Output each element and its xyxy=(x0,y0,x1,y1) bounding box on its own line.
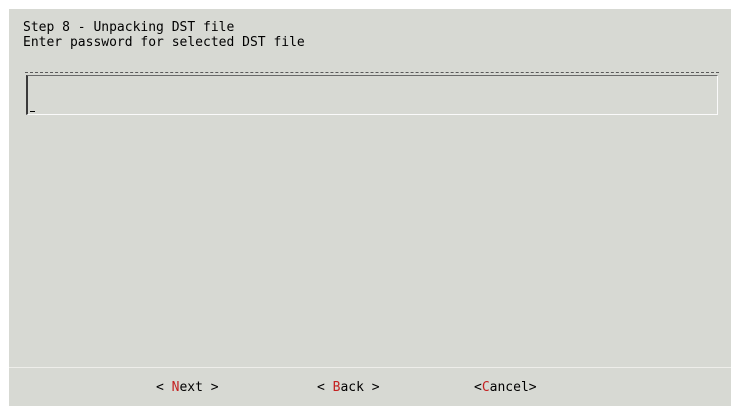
cancel-button[interactable]: <Cancel> xyxy=(474,380,537,395)
cancel-hotkey: C xyxy=(481,380,490,395)
next-button[interactable]: < Next > xyxy=(156,380,219,395)
cancel-bracket-close: > xyxy=(528,380,537,395)
step-title: Step 8 - Unpacking DST file xyxy=(23,20,235,35)
password-dialog: Step 8 - Unpacking DST file Enter passwor… xyxy=(9,9,731,406)
prompt-text: Enter password for selected DST file xyxy=(23,35,305,50)
separator-line xyxy=(25,72,719,73)
dialog-header: Step 8 - Unpacking DST file Enter passwor… xyxy=(23,20,305,50)
back-button[interactable]: < Back > xyxy=(317,380,380,395)
back-label: ack xyxy=(340,380,364,395)
text-cursor xyxy=(30,111,35,112)
button-bar: < Next > < Back > <Cancel> xyxy=(9,367,731,406)
cancel-label: ancel xyxy=(489,380,529,395)
back-bracket-open: < xyxy=(317,380,333,395)
cancel-bracket-open: < xyxy=(474,380,482,395)
next-label: ext xyxy=(179,380,203,395)
next-bracket-open: < xyxy=(156,380,172,395)
back-bracket-close: > xyxy=(363,380,380,395)
next-bracket-close: > xyxy=(202,380,219,395)
password-input[interactable] xyxy=(26,75,718,115)
